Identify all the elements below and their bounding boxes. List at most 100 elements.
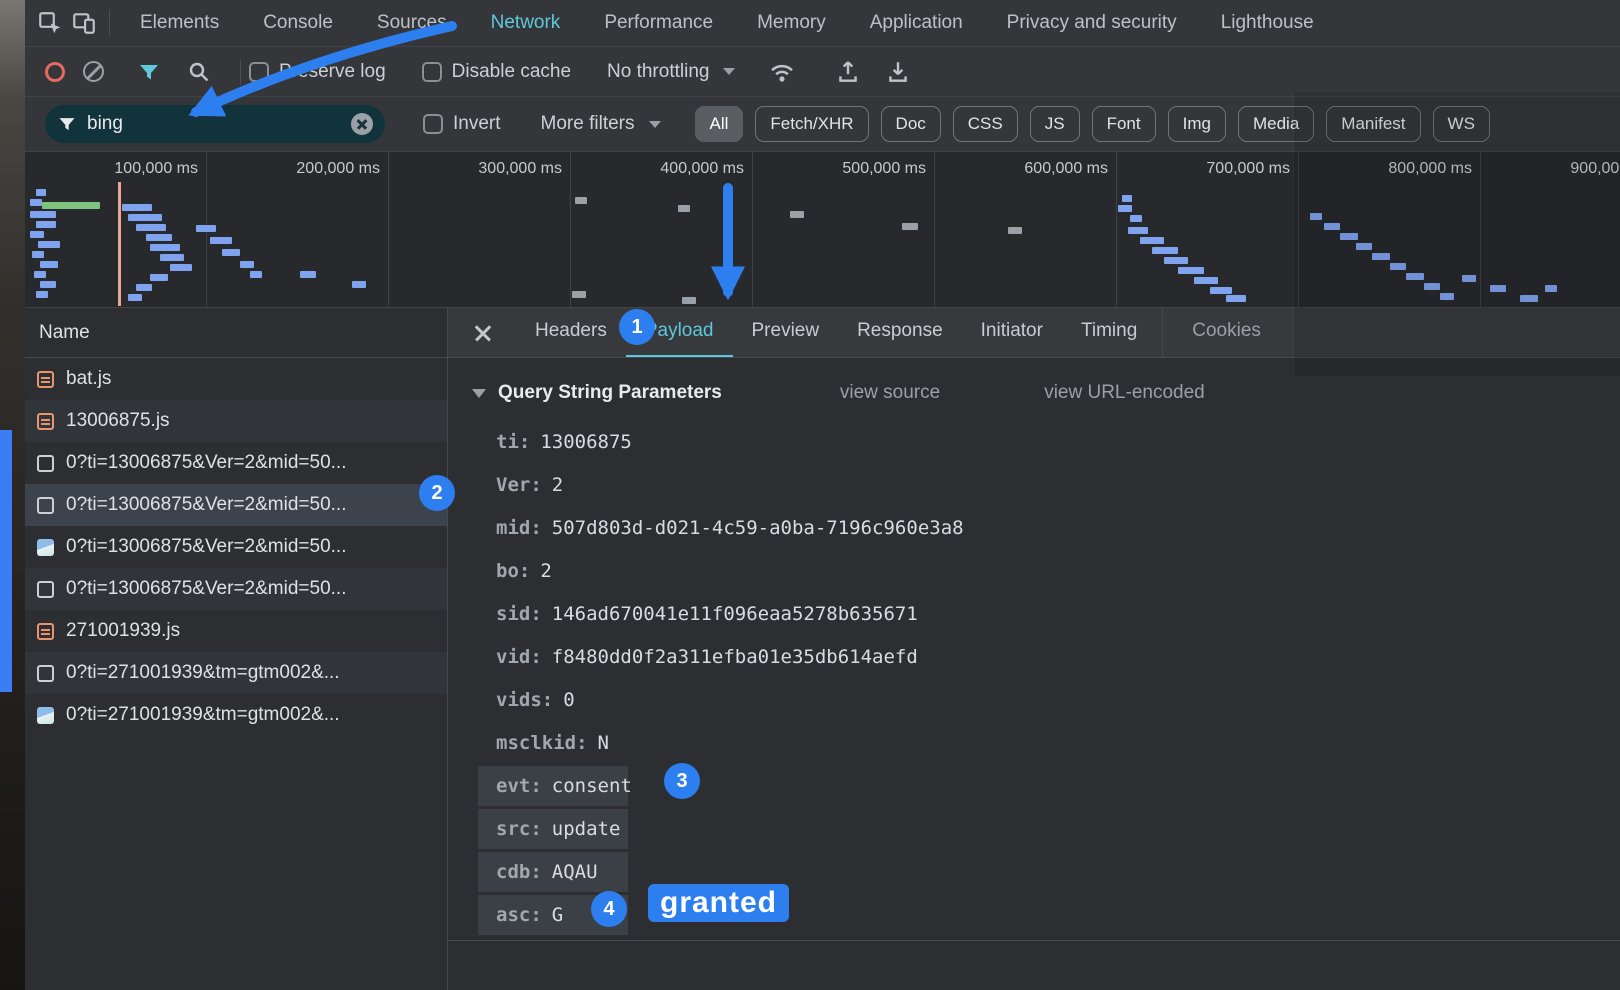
filter-input[interactable] (87, 113, 351, 135)
network-filter-row: Invert More filters All Fetch/XHR Doc CS… (25, 97, 1620, 152)
param-row-vids: vids:0 (448, 678, 1620, 721)
query-string-section-header: Query String Parameters view source view… (448, 376, 1620, 410)
tab-divider (1162, 308, 1163, 358)
import-har-icon[interactable] (831, 55, 865, 89)
devtools-screenshot: Elements Console Sources Network Perform… (0, 0, 1620, 990)
record-network-log-button[interactable] (45, 62, 65, 82)
tab-sources[interactable]: Sources (355, 0, 469, 47)
background-selection-band (0, 430, 12, 692)
export-har-icon[interactable] (881, 55, 915, 89)
request-detail-pane: Headers Payload Preview Response Initiat… (448, 308, 1620, 990)
script-icon (37, 371, 54, 388)
request-row[interactable]: 0?ti=271001939&tm=gtm002&... (25, 694, 447, 736)
param-row-ver: Ver:2 (448, 463, 1620, 506)
chip-img[interactable]: Img (1168, 106, 1226, 142)
inspect-element-icon[interactable] (33, 6, 67, 40)
script-icon (37, 623, 54, 640)
request-row[interactable]: 0?ti=13006875&Ver=2&mid=50... (25, 442, 447, 484)
throttling-value: No throttling (607, 61, 709, 83)
chip-js[interactable]: JS (1030, 106, 1080, 142)
close-icon[interactable] (472, 322, 494, 344)
detail-tab-cookies[interactable]: Cookies (1173, 308, 1280, 358)
clear-filter-icon[interactable] (351, 113, 373, 135)
param-row-vid: vid:f8480dd0f2a311efba01e35db614aefd (448, 635, 1620, 678)
throttling-select[interactable]: No throttling (607, 61, 735, 83)
image-icon (37, 707, 54, 724)
section-title: Query String Parameters (498, 382, 722, 404)
filter-toggle-icon[interactable] (132, 55, 166, 89)
network-toolbar: Preserve log Disable cache No throttling (25, 47, 1620, 97)
clear-network-log-button[interactable] (83, 61, 104, 82)
param-row-src: src:update (448, 807, 1620, 850)
chip-css[interactable]: CSS (953, 106, 1018, 142)
request-row[interactable]: 13006875.js (25, 400, 447, 442)
name-column-header[interactable]: Name (25, 308, 447, 358)
filter-input-pill[interactable] (45, 105, 385, 143)
request-row[interactable]: 0?ti=13006875&Ver=2&mid=50... (25, 568, 447, 610)
request-list-pane: Name bat.js 13006875.js 0?ti=13006875&Ve… (25, 308, 448, 990)
device-toolbar-icon[interactable] (67, 6, 101, 40)
network-split-view: Name bat.js 13006875.js 0?ti=13006875&Ve… (25, 308, 1620, 990)
request-row[interactable]: bat.js (25, 358, 447, 400)
detail-tab-response[interactable]: Response (838, 308, 962, 358)
devtools-window: Elements Console Sources Network Perform… (25, 0, 1620, 990)
view-source-link[interactable]: view source (840, 382, 940, 404)
network-overview-timeline[interactable]: 100,000 ms 200,000 ms 300,000 ms 400,000… (25, 152, 1620, 308)
tab-privacy-security[interactable]: Privacy and security (985, 0, 1199, 47)
chip-font[interactable]: Font (1092, 106, 1156, 142)
request-row[interactable]: 271001939.js (25, 610, 447, 652)
document-icon (37, 455, 54, 472)
chip-ws[interactable]: WS (1433, 106, 1490, 142)
param-row-bo: bo:2 (448, 549, 1620, 592)
param-row-msclkid: msclkid:N (448, 721, 1620, 764)
search-icon[interactable] (182, 55, 216, 89)
step-badge-3: 3 (664, 763, 700, 799)
toolbar-divider (240, 59, 241, 85)
document-icon (37, 497, 54, 514)
more-filters-dropdown[interactable]: More filters (541, 113, 661, 135)
detail-tab-headers[interactable]: Headers (516, 308, 626, 358)
view-url-encoded-link[interactable]: view URL-encoded (1044, 382, 1205, 404)
overview-event-marker (118, 182, 121, 306)
invert-label: Invert (453, 113, 501, 135)
devtools-tab-bar: Elements Console Sources Network Perform… (25, 0, 1620, 47)
request-row-selected[interactable]: 0?ti=13006875&Ver=2&mid=50... (25, 484, 447, 526)
document-icon (37, 665, 54, 682)
script-icon (37, 413, 54, 430)
detail-tab-timing[interactable]: Timing (1062, 308, 1156, 358)
param-row-ti: ti:13006875 (448, 420, 1620, 463)
chip-fetch-xhr[interactable]: Fetch/XHR (755, 106, 868, 142)
collapse-triangle-icon[interactable] (472, 389, 486, 398)
image-icon (37, 539, 54, 556)
detail-tab-preview[interactable]: Preview (733, 308, 839, 358)
payload-panel: Query String Parameters view source view… (448, 358, 1620, 990)
toolbar-divider (109, 10, 110, 36)
chip-doc[interactable]: Doc (881, 106, 941, 142)
param-row-sid: sid:146ad670041e11f096eaa5278b635671 (448, 592, 1620, 635)
disable-cache-checkbox[interactable] (422, 62, 442, 82)
tab-console[interactable]: Console (241, 0, 355, 47)
chip-all[interactable]: All (695, 106, 744, 142)
disable-cache-label: Disable cache (452, 61, 571, 83)
network-conditions-icon[interactable] (765, 55, 799, 89)
tab-network[interactable]: Network (469, 0, 583, 47)
more-filters-label: More filters (541, 113, 635, 135)
chip-manifest[interactable]: Manifest (1326, 106, 1420, 142)
chevron-down-icon (723, 68, 735, 75)
tab-lighthouse[interactable]: Lighthouse (1199, 0, 1336, 47)
desktop-background-strip (0, 0, 25, 990)
chip-media[interactable]: Media (1238, 106, 1314, 142)
tab-memory[interactable]: Memory (735, 0, 848, 47)
document-icon (37, 581, 54, 598)
preserve-log-label: Preserve log (279, 61, 386, 83)
request-row[interactable]: 0?ti=13006875&Ver=2&mid=50... (25, 526, 447, 568)
preserve-log-checkbox[interactable] (249, 62, 269, 82)
param-row-mid: mid:507d803d-d021-4c59-a0ba-7196c960e3a8 (448, 506, 1620, 549)
tab-application[interactable]: Application (848, 0, 985, 47)
detail-tab-initiator[interactable]: Initiator (962, 308, 1062, 358)
tab-performance[interactable]: Performance (582, 0, 735, 47)
query-params-list: ti:13006875 Ver:2 mid:507d803d-d021-4c59… (448, 420, 1620, 936)
request-row[interactable]: 0?ti=271001939&tm=gtm002&... (25, 652, 447, 694)
invert-checkbox[interactable] (423, 114, 443, 134)
tab-elements[interactable]: Elements (118, 0, 241, 47)
